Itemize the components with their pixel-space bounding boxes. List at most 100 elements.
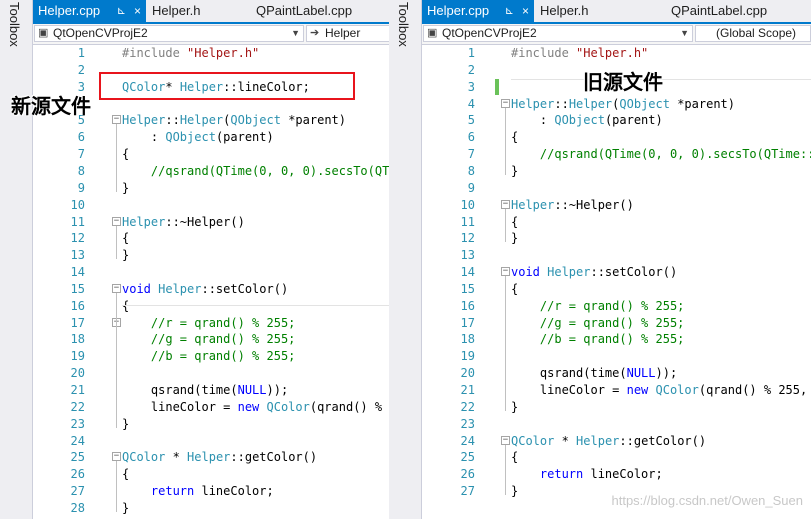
tab-qpaintlabel-cpp[interactable]: QPaintLabel.cpp — [251, 0, 389, 22]
code-line[interactable]: 20 qsrand(time(NULL)); — [422, 365, 811, 382]
code-line[interactable]: 9 — [422, 180, 811, 197]
code-line[interactable]: 25 QColor * Helper::getColor() − — [33, 449, 389, 466]
code-line[interactable]: 21 lineColor = new QColor(qrand() % 255,… — [422, 382, 811, 399]
code-line[interactable]: 13 — [422, 247, 811, 264]
code-line[interactable]: 7 //qsrand(QTime(0, 0, 0).secsTo(QTime::… — [422, 146, 811, 163]
project-dropdown[interactable]: ▣ QtOpenCVProjE2 ▼ — [34, 25, 304, 42]
code-line[interactable]: 12 { — [33, 230, 389, 247]
code-line[interactable]: 24 — [33, 433, 389, 450]
code-text: } — [511, 230, 518, 247]
code-line[interactable]: 1 #include "Helper.h" — [33, 45, 389, 62]
tab-helper-h[interactable]: Helper.h — [535, 0, 639, 22]
code-line[interactable]: 11 Helper::~Helper() − — [33, 214, 389, 231]
line-number: 23 — [70, 416, 85, 431]
current-line-indicator — [122, 305, 389, 306]
outline-guide — [505, 444, 506, 496]
project-dropdown[interactable]: ▣ QtOpenCVProjE2 ▼ — [423, 25, 693, 42]
code-text: Helper::Helper(QObject *parent) — [122, 112, 346, 129]
code-token: { — [122, 231, 130, 246]
code-line[interactable]: 15 { — [422, 281, 811, 298]
code-token: //qsrand(QTime(0, 0, 0).secsTo(QTime::c — [150, 163, 389, 178]
code-line[interactable]: 18 //b = qrand() % 255; — [422, 331, 811, 348]
code-line[interactable]: 22} — [422, 399, 811, 416]
collapse-icon[interactable]: − — [112, 216, 121, 226]
code-line[interactable]: 14 void Helper::setColor() − — [422, 264, 811, 281]
code-line[interactable]: 10 — [33, 197, 389, 214]
code-line[interactable]: 16 { — [33, 298, 389, 315]
code-line[interactable]: 8} — [422, 163, 811, 180]
code-line[interactable]: 6{ — [422, 129, 811, 146]
toolbox-strip-right[interactable]: Toolbox — [389, 0, 422, 519]
close-icon[interactable]: × — [134, 0, 141, 22]
code-line[interactable]: 12} — [422, 230, 811, 247]
code-line[interactable]: 19 //b = qrand() % 255; — [33, 348, 389, 365]
code-line[interactable]: 22 lineColor = new QColor(qrand() % 255,… — [33, 399, 389, 416]
chevron-down-icon[interactable]: ▼ — [291, 26, 300, 41]
collapse-icon[interactable]: − — [501, 98, 510, 108]
project-icon: ▣ — [38, 27, 49, 39]
collapse-icon[interactable]: − — [501, 435, 510, 445]
code-line[interactable]: 8 //qsrand(QTime(0, 0, 0).secsTo(QTime::… — [33, 163, 389, 180]
tab-qpaintlabel-cpp[interactable]: QPaintLabel.cpp — [666, 0, 806, 22]
pin-icon[interactable]: ⊾ — [117, 0, 126, 22]
code-line[interactable]: 27 return lineColor; — [33, 483, 389, 500]
code-line[interactable]: 26 { — [33, 466, 389, 483]
code-line[interactable]: 23 — [422, 416, 811, 433]
toolbox-label[interactable]: Toolbox — [396, 2, 411, 47]
toolbox-label[interactable]: Toolbox — [7, 2, 22, 47]
code-line[interactable]: 7{ — [33, 146, 389, 163]
collapse-icon[interactable]: − — [112, 283, 121, 293]
code-line[interactable]: 4 Helper::Helper(QObject *parent) − — [422, 96, 811, 113]
outline-guide — [505, 276, 506, 411]
code-line[interactable]: 19 — [422, 348, 811, 365]
code-line[interactable]: 5 : QObject(parent) — [422, 112, 811, 129]
project-icon: ▣ — [427, 27, 438, 39]
code-line[interactable]: 6 : QObject(parent) — [33, 129, 389, 146]
code-line[interactable]: 13} — [33, 247, 389, 264]
code-line[interactable]: 16 //r = qrand() % 255; — [422, 298, 811, 315]
scope-dropdown[interactable]: ➔ Helper — [306, 25, 389, 42]
code-text: Helper::~Helper() — [511, 197, 634, 214]
code-editor[interactable]: 1 #include "Helper.h"2 3 4 Helper::Helper(QO… — [422, 45, 811, 519]
code-token: Helper — [179, 113, 224, 128]
code-line[interactable]: 11 { — [422, 214, 811, 231]
tab-helper-cpp[interactable]: Helper.cpp ⊾ × — [33, 0, 146, 22]
code-line[interactable]: 28} — [33, 500, 389, 517]
collapse-icon[interactable]: − — [112, 452, 121, 462]
tab-strip: Helper.cpp ⊾ × Helper.h QPaintLabel.cpp — [422, 0, 811, 24]
code-line[interactable]: 10 Helper::~Helper() − — [422, 197, 811, 214]
code-line[interactable]: 21 qsrand(time(NULL)); — [33, 382, 389, 399]
close-icon[interactable]: × — [522, 0, 529, 22]
code-line[interactable]: 23} — [33, 416, 389, 433]
code-line[interactable]: 17 //g = qrand() % 255; — [422, 315, 811, 332]
pin-icon[interactable]: ⊾ — [505, 0, 514, 22]
code-line[interactable]: 14 — [33, 264, 389, 281]
code-line[interactable]: 18 //g = qrand() % 255; — [33, 331, 389, 348]
line-number: 6 — [77, 130, 85, 145]
code-token: )); — [655, 366, 678, 381]
chevron-down-icon[interactable]: ▼ — [680, 26, 689, 41]
code-line[interactable]: 9} — [33, 180, 389, 197]
code-line[interactable]: 24 QColor * Helper::getColor() − — [422, 433, 811, 450]
code-line[interactable]: 15 void Helper::setColor() − — [33, 281, 389, 298]
code-line[interactable]: 17 //r = qrand() % 255; − — [33, 315, 389, 332]
outline-guide — [505, 208, 506, 243]
code-token: qsrand(time( — [511, 366, 627, 381]
collapse-icon[interactable]: − — [501, 267, 510, 277]
code-token: :: — [165, 113, 180, 128]
code-line[interactable]: 1 #include "Helper.h" — [422, 45, 811, 62]
line-number: 14 — [460, 265, 475, 280]
code-token: QColor — [655, 383, 699, 397]
tab-helper-cpp[interactable]: Helper.cpp ⊾ × — [422, 0, 534, 22]
code-text: Helper::~Helper() — [122, 214, 245, 231]
tab-helper-h[interactable]: Helper.h — [147, 0, 251, 22]
code-line[interactable]: 25 { — [422, 449, 811, 466]
scope-dropdown[interactable]: (Global Scope) — [695, 25, 811, 42]
code-line[interactable]: 26 return lineColor; — [422, 466, 811, 483]
code-token: QColor — [122, 450, 166, 465]
collapse-icon[interactable]: − — [501, 199, 510, 209]
line-number: 8 — [77, 163, 85, 178]
collapse-icon[interactable]: − — [112, 115, 121, 125]
code-line[interactable]: 20 — [33, 365, 389, 382]
toolbox-strip-left[interactable]: Toolbox — [0, 0, 33, 519]
